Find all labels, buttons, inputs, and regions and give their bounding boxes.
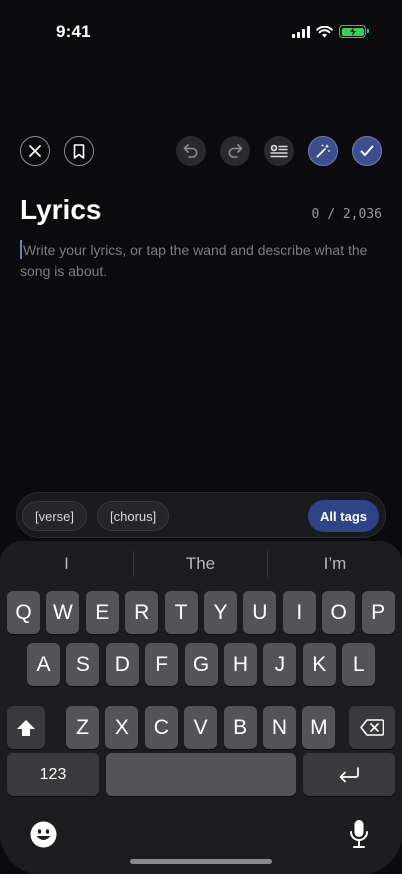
suggestion-bar: I The I’m xyxy=(0,551,402,577)
tag-chip-chorus[interactable]: [chorus] xyxy=(97,501,170,531)
key-x[interactable]: X xyxy=(105,706,139,749)
magic-wand-button[interactable] xyxy=(308,136,338,166)
tag-bar: [verse] [chorus] All tags xyxy=(16,492,386,538)
backspace-icon xyxy=(360,719,384,736)
confirm-button[interactable] xyxy=(352,136,382,166)
key-v[interactable]: V xyxy=(184,706,218,749)
battery-charging-icon xyxy=(339,25,369,38)
status-icons xyxy=(292,25,369,38)
checkmark-icon xyxy=(360,145,374,156)
key-n[interactable]: N xyxy=(263,706,296,749)
keyboard: I The I’m QWERTYUIOPASDFGHJKLZXCVBNM 123 xyxy=(0,541,402,874)
lyrics-input[interactable]: Write your lyrics, or tap the wand and d… xyxy=(20,240,370,282)
microphone-icon xyxy=(350,820,368,848)
key-u[interactable]: U xyxy=(243,591,277,634)
key-f[interactable]: F xyxy=(145,643,179,686)
emoji-key[interactable] xyxy=(28,819,58,849)
shift-key[interactable] xyxy=(7,706,45,749)
lyrics-editor-screen: 9:41 Lyrics 0 / 2,036 Write your lyrics,… xyxy=(0,0,402,874)
key-h[interactable]: H xyxy=(224,643,257,686)
dictation-key[interactable] xyxy=(345,817,373,851)
undo-icon xyxy=(183,144,198,158)
key-e[interactable]: E xyxy=(85,591,119,634)
close-icon xyxy=(29,145,41,157)
key-d[interactable]: D xyxy=(105,643,139,686)
key-g[interactable]: G xyxy=(184,643,218,686)
key-j[interactable]: J xyxy=(263,643,297,686)
tag-chip-verse[interactable]: [verse] xyxy=(22,501,88,531)
status-time: 9:41 xyxy=(56,22,91,41)
key-p[interactable]: P xyxy=(361,591,395,634)
all-tags-button[interactable]: All tags xyxy=(308,500,379,532)
key-y[interactable]: Y xyxy=(204,591,237,634)
return-key[interactable] xyxy=(303,753,395,796)
key-t[interactable]: T xyxy=(164,591,198,634)
key-a[interactable]: A xyxy=(27,643,60,686)
status-bar: 9:41 xyxy=(0,0,402,60)
backspace-key[interactable] xyxy=(349,706,395,749)
key-l[interactable]: L xyxy=(342,643,376,686)
character-counter: 0 / 2,036 xyxy=(311,207,382,222)
redo-button[interactable] xyxy=(220,136,250,166)
redo-icon xyxy=(228,144,243,158)
key-q[interactable]: Q xyxy=(7,591,40,634)
suggestion-item[interactable]: The xyxy=(134,551,267,577)
key-k[interactable]: K xyxy=(302,643,336,686)
emoji-icon xyxy=(30,821,56,847)
home-indicator xyxy=(130,859,272,864)
close-button[interactable] xyxy=(20,136,50,166)
magic-wand-icon xyxy=(316,144,330,158)
shift-icon xyxy=(17,719,35,736)
text-cursor xyxy=(20,240,22,259)
space-key[interactable] xyxy=(106,753,296,796)
cellular-signal-icon xyxy=(292,25,310,38)
key-r[interactable]: R xyxy=(125,591,159,634)
key-m[interactable]: M xyxy=(302,706,336,749)
wifi-icon xyxy=(316,25,333,37)
add-section-icon xyxy=(270,144,288,158)
key-w[interactable]: W xyxy=(46,591,80,634)
suggestion-item[interactable]: I xyxy=(0,551,133,577)
key-i[interactable]: I xyxy=(282,591,316,634)
key-z[interactable]: Z xyxy=(66,706,99,749)
page-title: Lyrics xyxy=(20,194,102,225)
key-o[interactable]: O xyxy=(322,591,356,634)
insert-section-button[interactable] xyxy=(264,136,294,166)
bookmark-button[interactable] xyxy=(64,136,94,166)
bookmark-icon xyxy=(73,143,85,159)
return-icon xyxy=(339,766,359,782)
key-s[interactable]: S xyxy=(66,643,100,686)
editor-toolbar xyxy=(20,136,382,166)
key-c[interactable]: C xyxy=(144,706,178,749)
key-b[interactable]: B xyxy=(223,706,257,749)
lyrics-placeholder: Write your lyrics, or tap the wand and d… xyxy=(20,242,368,279)
undo-button[interactable] xyxy=(176,136,206,166)
suggestion-item[interactable]: I’m xyxy=(268,551,402,577)
numbers-key[interactable]: 123 xyxy=(7,753,99,796)
